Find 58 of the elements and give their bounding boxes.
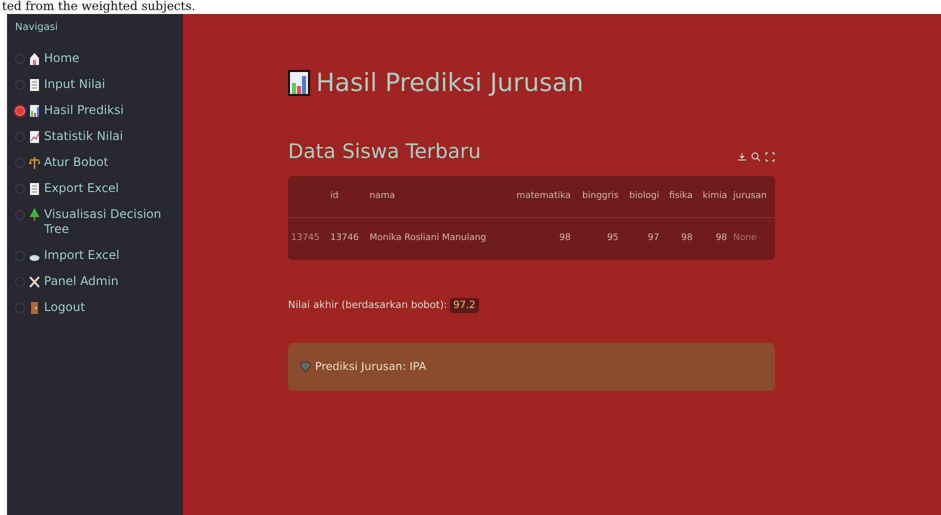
- table-cell: 98: [696, 218, 730, 260]
- sidebar-title: Navigasi: [15, 21, 59, 35]
- column-header: biologi: [622, 176, 662, 218]
- page-title: Hasil Prediksi Jurusan: [316, 67, 584, 99]
- table-cell: 97: [622, 218, 662, 260]
- document-icon: [29, 78, 40, 91]
- radio-button[interactable]: [15, 277, 25, 287]
- table-cell: 13746: [327, 218, 366, 260]
- nav-item[interactable]: Panel Admin: [44, 274, 118, 289]
- final-score-label: Nilai akhir (berdasarkan bobot):: [288, 300, 448, 310]
- tree-icon: [29, 208, 40, 221]
- caption-text: ted from the weighted subjects.: [2, 0, 196, 13]
- gem-icon: [300, 361, 311, 372]
- table-cell: None: [730, 218, 775, 260]
- column-header: id: [327, 176, 366, 218]
- table-cell: 95: [574, 218, 622, 260]
- nav-item[interactable]: Hasil Prediksi: [44, 103, 124, 118]
- document-icon: [29, 182, 40, 195]
- table-cell: 98: [662, 218, 696, 260]
- radio-button[interactable]: [15, 184, 25, 194]
- nav-item[interactable]: Home: [44, 51, 80, 66]
- radio-button[interactable]: [15, 210, 25, 220]
- radio-button[interactable]: [15, 251, 25, 261]
- column-header: matematika: [505, 176, 574, 218]
- bar-chart-icon: [288, 70, 310, 96]
- nav-item[interactable]: Input Nilai: [44, 77, 106, 92]
- radio-button[interactable]: [15, 54, 25, 64]
- search-icon[interactable]: [751, 152, 761, 162]
- nav-item[interactable]: Export Excel: [44, 181, 119, 196]
- radio-button[interactable]: [15, 303, 25, 313]
- nav-item[interactable]: Statistik Nilai: [44, 129, 124, 144]
- table-cell: 13745: [288, 218, 328, 260]
- radio-button[interactable]: [15, 158, 25, 168]
- bar-chart-icon: [29, 104, 40, 117]
- radio-button[interactable]: [15, 106, 25, 116]
- table-cell: 98: [505, 218, 574, 260]
- column-header: kimia: [696, 176, 730, 218]
- tools-icon: [29, 275, 40, 288]
- scale-icon: [29, 156, 40, 169]
- house-icon: [29, 52, 40, 65]
- column-header: jurusan: [730, 176, 775, 218]
- fullscreen-icon[interactable]: [765, 152, 775, 162]
- prediction-text: Prediksi Jurusan: IPA: [315, 358, 426, 374]
- nav-item[interactable]: Logout: [44, 300, 86, 315]
- nav-item[interactable]: Atur Bobot: [44, 155, 108, 170]
- table-cell: Monika Rosliani Manulang: [366, 218, 506, 260]
- download-icon[interactable]: [737, 152, 747, 162]
- nav-item[interactable]: Import Excel: [44, 248, 120, 263]
- section-title: Data Siswa Terbaru: [288, 138, 481, 164]
- radio-button[interactable]: [15, 80, 25, 90]
- column-header: fisika: [662, 176, 696, 218]
- nav-item[interactable]: Visualisasi Decision Tree: [44, 207, 175, 237]
- column-header: binggris: [574, 176, 622, 218]
- door-icon: [29, 301, 40, 314]
- column-header: nama: [366, 176, 506, 218]
- line-chart-icon: [29, 130, 40, 143]
- radio-button[interactable]: [15, 132, 25, 142]
- final-score-value: 97.2: [450, 298, 479, 312]
